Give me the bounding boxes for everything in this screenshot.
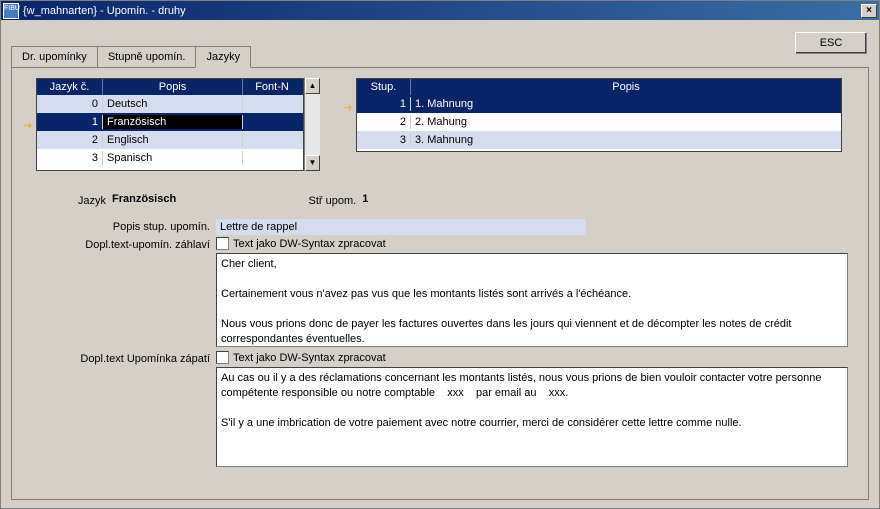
row-arrow-icon: [20, 134, 36, 152]
tab-dr-upominky[interactable]: Dr. upomínky: [11, 46, 98, 67]
form-area: Jazyk Französisch Stř upom. 1 Popis stup…: [20, 193, 860, 467]
label-zapati: Dopl.text Upomínka zápatí: [20, 351, 216, 365]
table-row[interactable]: 3 Spanisch: [37, 149, 303, 167]
row-arrow-icon: [340, 116, 356, 134]
row-arrow-icon: ➔: [20, 116, 36, 134]
input-popis-stup[interactable]: [216, 219, 586, 235]
window-body: ESC Dr. upomínky Stupně upomín. Jazyky ➔: [1, 20, 879, 508]
esc-button[interactable]: ESC: [795, 32, 867, 54]
value-stupom: 1: [362, 193, 368, 205]
label-zahlavi: Dopl.text-upomín. záhlaví: [20, 237, 216, 251]
col-header-font: Font-N: [243, 79, 301, 95]
label-dw-syntax-header: Text jako DW-Syntax zpracovat: [233, 238, 386, 250]
table-row[interactable]: 0 Deutsch: [37, 95, 303, 113]
tab-panel-jazyky: ➔ Jazyk č. Popis Font-N 0 Deutsch: [11, 68, 869, 500]
tab-stupne-upomin[interactable]: Stupně upomín.: [97, 46, 197, 67]
row-arrow-icon: [340, 134, 356, 152]
tab-jazyky[interactable]: Jazyky: [195, 46, 251, 68]
textarea-zapati[interactable]: Au cas ou il y a des réclamations concer…: [216, 367, 848, 467]
table-row[interactable]: 2 Englisch: [37, 131, 303, 149]
col-header-stup: Stup.: [357, 79, 411, 95]
stup-grid-wrap: ➔ Stup. Popis 1 1. Mahnung: [340, 78, 842, 152]
table-row[interactable]: 1 1. Mahnung: [357, 95, 841, 113]
language-grid[interactable]: Jazyk č. Popis Font-N 0 Deutsch 1 Franzö…: [36, 78, 304, 171]
tab-bar: Dr. upomínky Stupně upomín. Jazyky: [11, 46, 869, 68]
col-header-popis: Popis: [103, 79, 243, 95]
row-arrow-icon: [20, 98, 36, 116]
language-grid-scrollbar[interactable]: ▲ ▼: [304, 78, 320, 171]
col-header-jazyk-c: Jazyk č.: [37, 79, 103, 95]
scroll-up-icon[interactable]: ▲: [305, 78, 320, 94]
textarea-zahlavi[interactable]: Cher client, Certainement vous n'avez pa…: [216, 253, 848, 347]
table-row[interactable]: 1 Französisch: [37, 113, 303, 131]
checkbox-dw-syntax-footer[interactable]: [216, 351, 229, 364]
language-arrow-col: ➔: [20, 78, 36, 171]
language-grid-wrap: ➔ Jazyk č. Popis Font-N 0 Deutsch: [20, 78, 320, 171]
app-icon: FIBU: [3, 3, 19, 19]
label-dw-syntax-footer: Text jako DW-Syntax zpracovat: [233, 352, 386, 364]
label-popis-stup: Popis stup. upomín.: [20, 219, 216, 233]
window-title: {w_mahnarten} - Upomín. - druhy: [23, 5, 861, 17]
checkbox-dw-syntax-header[interactable]: [216, 237, 229, 250]
window: FIBU {w_mahnarten} - Upomín. - druhy × E…: [0, 0, 880, 509]
row-arrow-icon: [20, 152, 36, 170]
scroll-down-icon[interactable]: ▼: [305, 155, 320, 171]
stup-arrow-col: ➔: [340, 78, 356, 152]
titlebar: FIBU {w_mahnarten} - Upomín. - druhy ×: [1, 1, 879, 20]
stup-grid[interactable]: Stup. Popis 1 1. Mahnung 2 2. Mahung 3: [356, 78, 842, 152]
row-arrow-icon: ➔: [340, 98, 356, 116]
col-header-popis: Popis: [411, 79, 841, 95]
table-row[interactable]: 3 3. Mahnung: [357, 131, 841, 149]
value-jazyk: Französisch: [112, 193, 176, 205]
label-stupom: Stř upom.: [302, 193, 362, 207]
table-row[interactable]: 2 2. Mahung: [357, 113, 841, 131]
close-button[interactable]: ×: [861, 4, 877, 18]
label-jazyk: Jazyk: [20, 193, 112, 207]
